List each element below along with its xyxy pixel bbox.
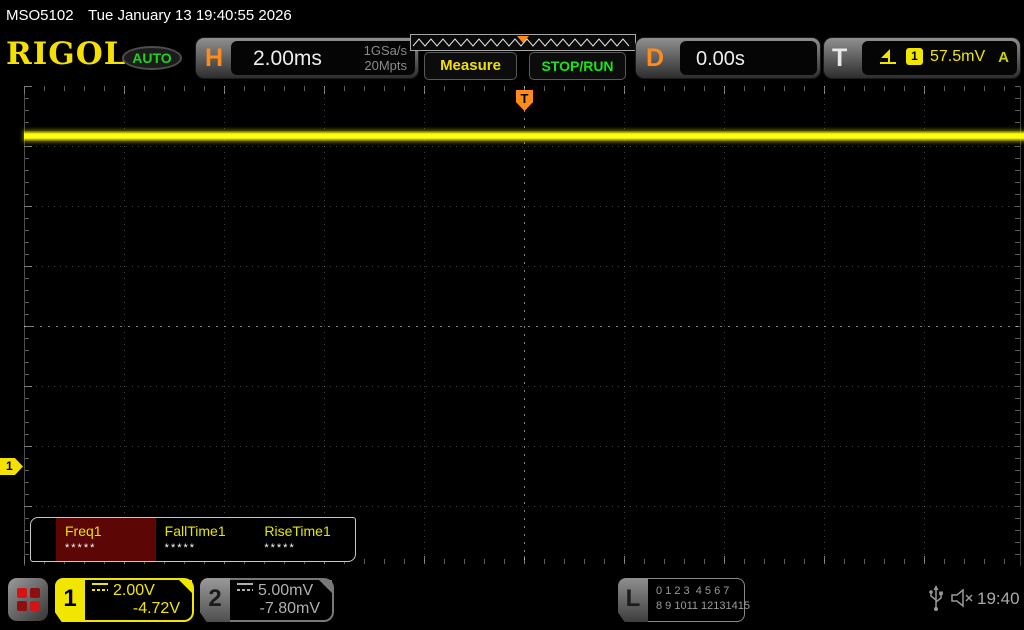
channel1-corner-fold [179, 580, 192, 593]
status-bar: MSO5102 Tue January 13 19:40:55 2026 [0, 0, 1024, 30]
measurement-value: ***** [264, 542, 296, 554]
measure-button[interactable]: Measure [424, 52, 517, 80]
measurement-item-falltime1[interactable]: FallTime1 ***** [156, 518, 256, 561]
oscilloscope-screen: MSO5102 Tue January 13 19:40:55 2026 RIG… [0, 0, 1024, 630]
acquire-mode-badge: AUTO [122, 46, 182, 70]
grid-line-vertical [824, 86, 825, 562]
delay-label: D [646, 44, 665, 72]
channel2-scale: 5.00mV [258, 582, 314, 599]
trigger-source-badge: 1 [906, 48, 923, 65]
memory-position-bar[interactable] [410, 34, 636, 51]
measurement-name: RiseTime1 [264, 523, 331, 539]
channel1-ground-marker[interactable]: 1 [0, 458, 23, 475]
measurement-results-box[interactable]: Freq1 ***** FallTime1 ***** RiseTime1 **… [30, 517, 356, 562]
speaker-muted-icon[interactable] [951, 588, 975, 608]
rigol-logo: RIGOL [6, 36, 127, 72]
channel2-corner-fold [319, 580, 332, 593]
trigger-inner: 1 57.5mV A [862, 41, 1017, 75]
delay-value: 0.00s [696, 48, 745, 70]
logic-analyzer-label[interactable]: L [618, 578, 648, 622]
channel1-trace [24, 131, 1024, 141]
measurement-item-freq1[interactable]: Freq1 ***** [56, 518, 156, 561]
grid-line-vertical [224, 86, 225, 562]
measurement-value: ***** [65, 542, 97, 554]
sample-rate: 1GSa/s [363, 43, 407, 58]
channel1-info: 2.00V -4.72V [85, 578, 194, 622]
logic-analyzer-badge[interactable]: L 0 1 2 3 4 5 6 7 8 9 1011 12131415 [618, 578, 750, 622]
horizontal-label: H [205, 44, 224, 72]
channel1-offset: -4.72V [132, 600, 180, 617]
grid-line-horizontal [24, 506, 1020, 507]
delay-inner: 0.00s [680, 41, 817, 75]
header-bar: RIGOL AUTO H 2.00ms 1GSa/s 20Mpts Measur… [0, 30, 1024, 86]
main-menu-button[interactable] [8, 578, 48, 621]
digital-channels-list: 0 1 2 3 4 5 6 7 8 9 1011 12131415 [648, 578, 750, 622]
grid-center-vertical [524, 86, 525, 562]
clock: 19:40 [977, 589, 1020, 608]
stop-run-button[interactable]: STOP/RUN [529, 52, 626, 80]
channel2-offset: -7.80mV [259, 600, 320, 617]
grid-line-vertical [124, 86, 125, 562]
date-time: Tue January 13 19:40:55 2026 [88, 7, 292, 24]
channel2-number[interactable]: 2 [200, 578, 230, 622]
horizontal-panel[interactable]: H 2.00ms 1GSa/s 20Mpts [196, 38, 418, 78]
grid-line-horizontal [24, 146, 1020, 147]
measurement-item-risetime1[interactable]: RiseTime1 ***** [255, 518, 355, 561]
dc-coupling-icon [237, 583, 253, 591]
channel2-info: 5.00mV -7.80mV [230, 578, 334, 622]
grid-line-horizontal [24, 446, 1020, 447]
digital-channels-row2: 8 9 1011 12131415 [656, 600, 750, 612]
channel1-scale: 2.00V [113, 582, 155, 599]
grid-line-vertical [724, 86, 725, 562]
menu-grid-icon [17, 588, 40, 611]
measurement-name: FallTime1 [164, 523, 226, 539]
waveform-area[interactable]: T 1 Freq1 ***** FallTime1 ***** RiseTime… [0, 86, 1024, 566]
sample-rate-stack: 1GSa/s 20Mpts [364, 43, 407, 73]
grid-line-horizontal [24, 266, 1020, 267]
timebase-value: 2.00ms [253, 47, 322, 70]
trigger-level-value: 57.5mV [930, 48, 986, 65]
grid-line-horizontal [24, 386, 1020, 387]
grid-line-vertical [424, 86, 425, 562]
channel1-number[interactable]: 1 [55, 578, 85, 622]
channel2-badge[interactable]: 2 5.00mV -7.80mV [200, 578, 334, 622]
dc-coupling-icon [92, 583, 108, 591]
usb-icon [929, 585, 943, 611]
right-axis-line [1020, 86, 1021, 566]
grid-line-vertical [624, 86, 625, 562]
digital-channels-row1: 0 1 2 3 4 5 6 7 [656, 585, 730, 597]
measurement-name: Freq1 [65, 523, 102, 539]
trigger-panel[interactable]: T 1 57.5mV A [824, 38, 1020, 78]
bottom-bar: 1 2.00V -4.72V 2 5.00mV -7.80mV L 0 1 2 … [0, 566, 1024, 630]
horizontal-inner: 2.00ms 1GSa/s 20Mpts [231, 41, 415, 75]
delay-panel[interactable]: D 0.00s [636, 38, 820, 78]
trigger-label: T [832, 44, 848, 72]
memory-trigger-position-icon [517, 36, 529, 43]
trigger-sweep-mode: A [998, 49, 1009, 66]
channel1-badge[interactable]: 1 2.00V -4.72V [55, 578, 194, 622]
model-name: MSO5102 [6, 7, 74, 24]
grid-line-vertical [924, 86, 925, 562]
grid-line-horizontal [24, 206, 1020, 207]
memory-depth: 20Mpts [364, 58, 407, 73]
trigger-edge-icon [880, 49, 896, 64]
grid-center-horizontal [24, 326, 1020, 327]
grid-line-vertical [324, 86, 325, 562]
trigger-position-marker[interactable]: T [516, 90, 533, 111]
measurement-value: ***** [164, 542, 197, 554]
